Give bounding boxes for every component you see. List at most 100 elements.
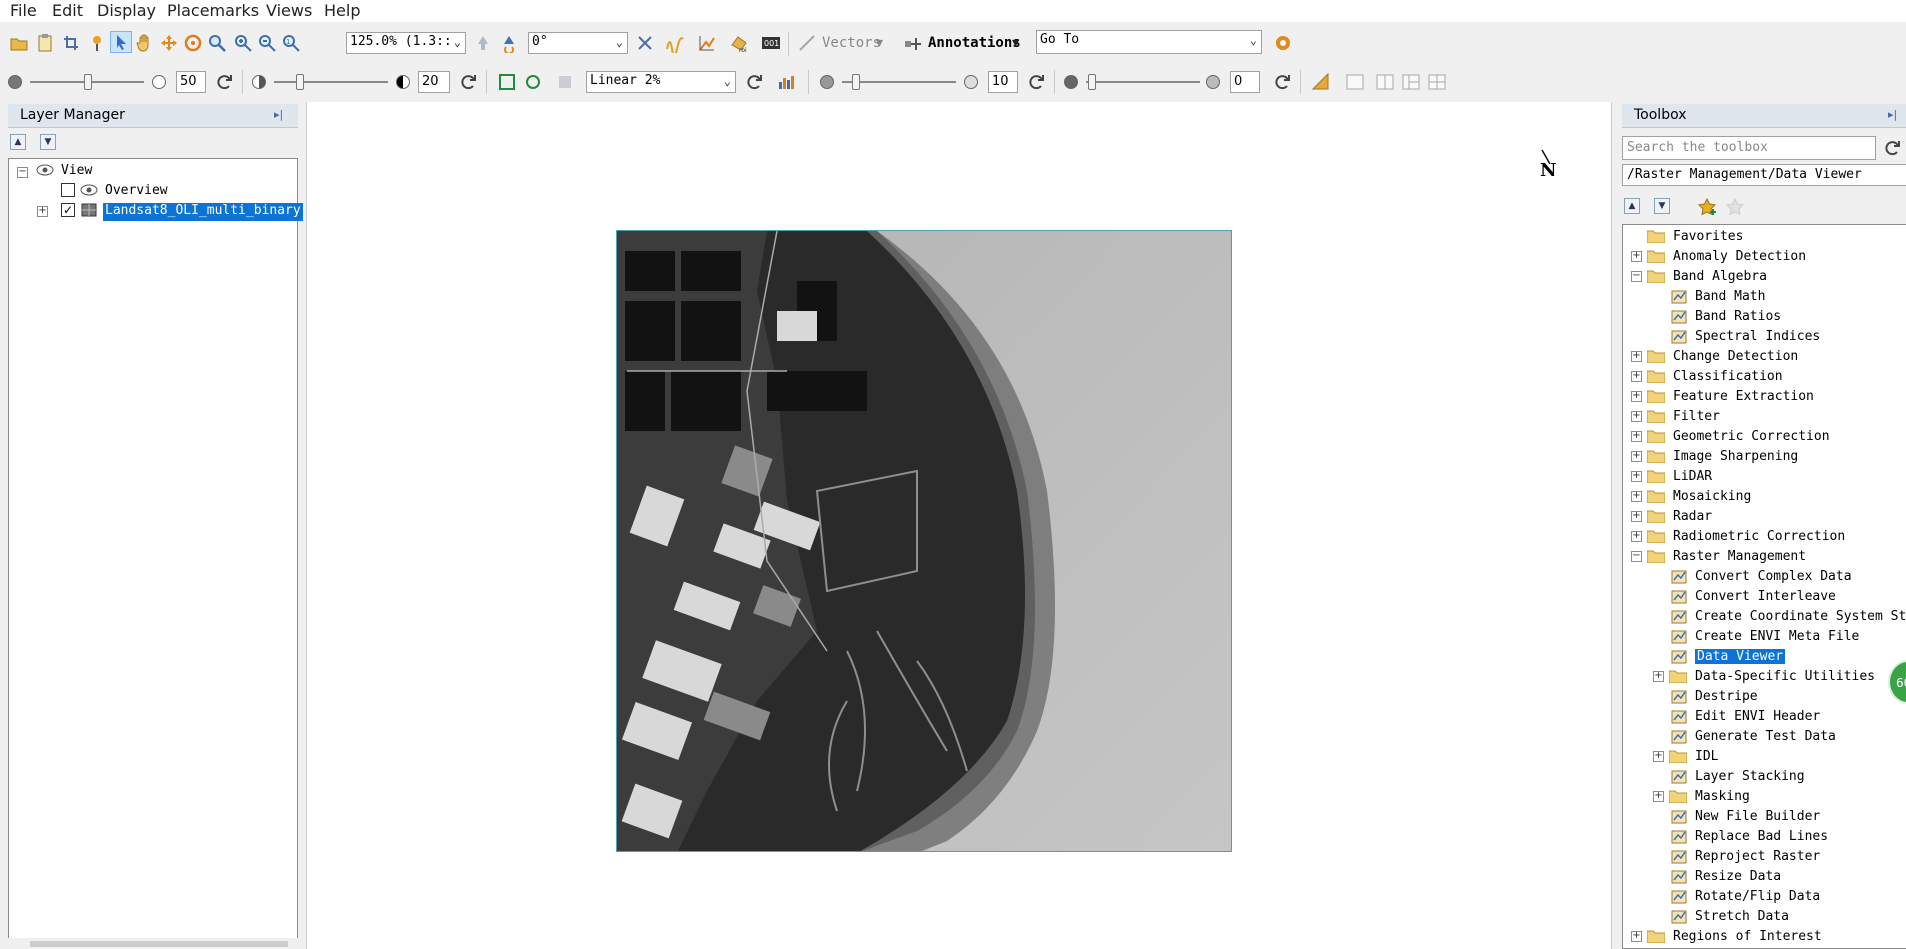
toolbox-folder-label[interactable]: Radar (1673, 509, 1712, 524)
reset-brightness-icon[interactable] (214, 71, 236, 93)
toolbox-tool-label[interactable]: Rotate/Flip Data (1695, 889, 1820, 904)
toolbox-folder-label[interactable]: Change Detection (1673, 349, 1798, 364)
toolbox-folder-label[interactable]: Geometric Correction (1673, 429, 1830, 444)
tree-expander[interactable]: + (1653, 791, 1664, 802)
tree-expander[interactable]: + (1631, 251, 1642, 262)
select-cursor-icon[interactable] (110, 31, 132, 53)
sharpen-slider[interactable] (842, 72, 956, 92)
pin-icon[interactable] (86, 32, 108, 54)
tree-expander[interactable]: + (1653, 671, 1664, 682)
pan-hand-icon[interactable] (134, 32, 156, 54)
layout-three-icon[interactable] (1400, 71, 1422, 93)
layout-single-icon[interactable] (1344, 71, 1366, 93)
brightness-value[interactable]: 50 (176, 71, 206, 93)
stretch-type-combo[interactable]: Linear 2% ⌄ (586, 71, 736, 93)
toolbox-tool-label[interactable]: Destripe (1695, 689, 1758, 704)
toolbox-tool-label[interactable]: New File Builder (1695, 809, 1820, 824)
toolbox-folder-label[interactable]: LiDAR (1673, 469, 1712, 484)
annotations-dropdown-arrow[interactable]: ▾ (1012, 35, 1019, 51)
stretch-rect-icon[interactable] (496, 71, 518, 93)
toolbox-tool-label[interactable]: Stretch Data (1695, 909, 1789, 924)
tree-expander[interactable]: + (1653, 751, 1664, 762)
ruler-icon[interactable] (1310, 71, 1332, 93)
chip-icon[interactable] (60, 32, 82, 54)
tree-expander[interactable]: + (1631, 471, 1642, 482)
toolbox-refresh-icon[interactable] (1882, 137, 1904, 159)
toolbox-folder-label[interactable]: Radiometric Correction (1673, 529, 1845, 544)
menu-placemarks[interactable]: Placemarks (165, 1, 261, 20)
rotate-north-icon[interactable] (472, 32, 494, 54)
menu-views[interactable]: Views (264, 1, 314, 20)
tree-expander[interactable]: + (1631, 931, 1642, 942)
tree-expander[interactable]: + (1631, 491, 1642, 502)
histogram-icon[interactable] (776, 71, 798, 93)
overview-label[interactable]: Overview (105, 183, 168, 201)
toolbox-tool-label[interactable]: Create ENVI Meta File (1695, 629, 1859, 644)
view-expander[interactable]: − (17, 167, 28, 178)
toolbox-folder-label[interactable]: Favorites (1673, 229, 1743, 244)
toolbox-tool-label[interactable]: Band Math (1695, 289, 1765, 304)
toolbox-tool-label[interactable]: Generate Test Data (1695, 729, 1836, 744)
expand-all-icon[interactable]: ▼ (40, 134, 56, 150)
reset-sharpen-icon[interactable] (1026, 71, 1048, 93)
rotate-view-icon[interactable] (498, 32, 520, 54)
vectors-label[interactable]: Vectors (822, 35, 881, 51)
remove-favorite-icon[interactable] (1724, 196, 1746, 218)
toolbox-tool-label[interactable]: Convert Interleave (1695, 589, 1836, 604)
sharpen-value[interactable]: 10 (988, 71, 1018, 93)
tree-expander[interactable]: + (1631, 431, 1642, 442)
spectral-profile-icon[interactable] (664, 32, 686, 54)
fly-icon[interactable] (158, 32, 180, 54)
crosshair-icon[interactable] (634, 32, 656, 54)
raster-image[interactable] (616, 230, 1232, 852)
stretch-roi-icon[interactable] (522, 71, 544, 93)
toolbox-pin-icon[interactable]: ▸| (1888, 108, 1906, 124)
raster-layer-checkbox[interactable]: ✓ (61, 203, 75, 217)
toolbox-folder-label[interactable]: Mosaicking (1673, 489, 1751, 504)
stretch-lock-icon[interactable] (554, 71, 576, 93)
toolbox-folder-label[interactable]: Raster Management (1673, 549, 1806, 564)
toolbox-folder-label[interactable]: Feature Extraction (1673, 389, 1814, 404)
toolbox-expand-icon[interactable]: ▼ (1654, 198, 1670, 214)
transparency-slider[interactable] (1086, 72, 1200, 92)
go-to-icon[interactable] (1272, 32, 1294, 54)
toolbox-folder-label[interactable]: Data-Specific Utilities (1695, 669, 1875, 684)
toolbox-tool-label[interactable]: Resize Data (1695, 869, 1781, 884)
zoom-fixed-icon[interactable]: 1 (280, 32, 302, 54)
tree-expander[interactable]: + (1631, 531, 1642, 542)
vectors-icon[interactable] (796, 32, 818, 54)
toolbox-tool-label[interactable]: Convert Complex Data (1695, 569, 1852, 584)
reset-transparency-icon[interactable] (1272, 71, 1294, 93)
annotations-label[interactable]: Annotations (928, 35, 1021, 51)
plot-icon[interactable] (696, 32, 718, 54)
raster-layer-expander[interactable]: + (37, 206, 48, 217)
layout-four-icon[interactable] (1426, 71, 1448, 93)
transparency-value[interactable]: 0 (1230, 71, 1260, 93)
toolbox-folder-label[interactable]: IDL (1695, 749, 1718, 764)
contrast-value[interactable]: 20 (418, 71, 450, 93)
raster-layer-label[interactable]: Landsat8_OLI_multi_binary (103, 203, 303, 221)
zoom-icon[interactable] (206, 32, 228, 54)
collapse-all-icon[interactable]: ▲ (10, 134, 26, 150)
data-manager-icon[interactable] (34, 32, 56, 54)
toolbox-tool-label[interactable]: Create Coordinate System Str (1695, 609, 1906, 624)
dock-pin-icon[interactable]: ▸| (274, 108, 292, 124)
contrast-slider[interactable] (274, 72, 388, 92)
toolbox-folder-label[interactable]: Band Algebra (1673, 269, 1767, 284)
annotations-icon[interactable] (902, 32, 924, 54)
zoom-combo[interactable]: 125.0% (1.3:: ⌄ (346, 32, 466, 54)
tree-expander[interactable]: − (1631, 271, 1642, 282)
reset-stretch-icon[interactable] (744, 71, 766, 93)
tree-expander[interactable]: + (1631, 371, 1642, 382)
view-node-label[interactable]: View (61, 163, 92, 181)
menu-edit[interactable]: Edit (50, 1, 85, 20)
toolbox-tool-label[interactable]: Layer Stacking (1695, 769, 1805, 784)
overview-checkbox[interactable] (61, 183, 75, 197)
toolbox-folder-label[interactable]: Classification (1673, 369, 1783, 384)
menu-display[interactable]: Display (95, 1, 158, 20)
tree-expander[interactable]: − (1631, 551, 1642, 562)
goto-combo[interactable]: Go To ⌄ (1036, 30, 1262, 54)
vectors-dropdown-arrow[interactable]: ▾ (876, 35, 883, 51)
tree-expander[interactable]: + (1631, 351, 1642, 362)
toolbox-tool-label[interactable]: Edit ENVI Header (1695, 709, 1820, 724)
